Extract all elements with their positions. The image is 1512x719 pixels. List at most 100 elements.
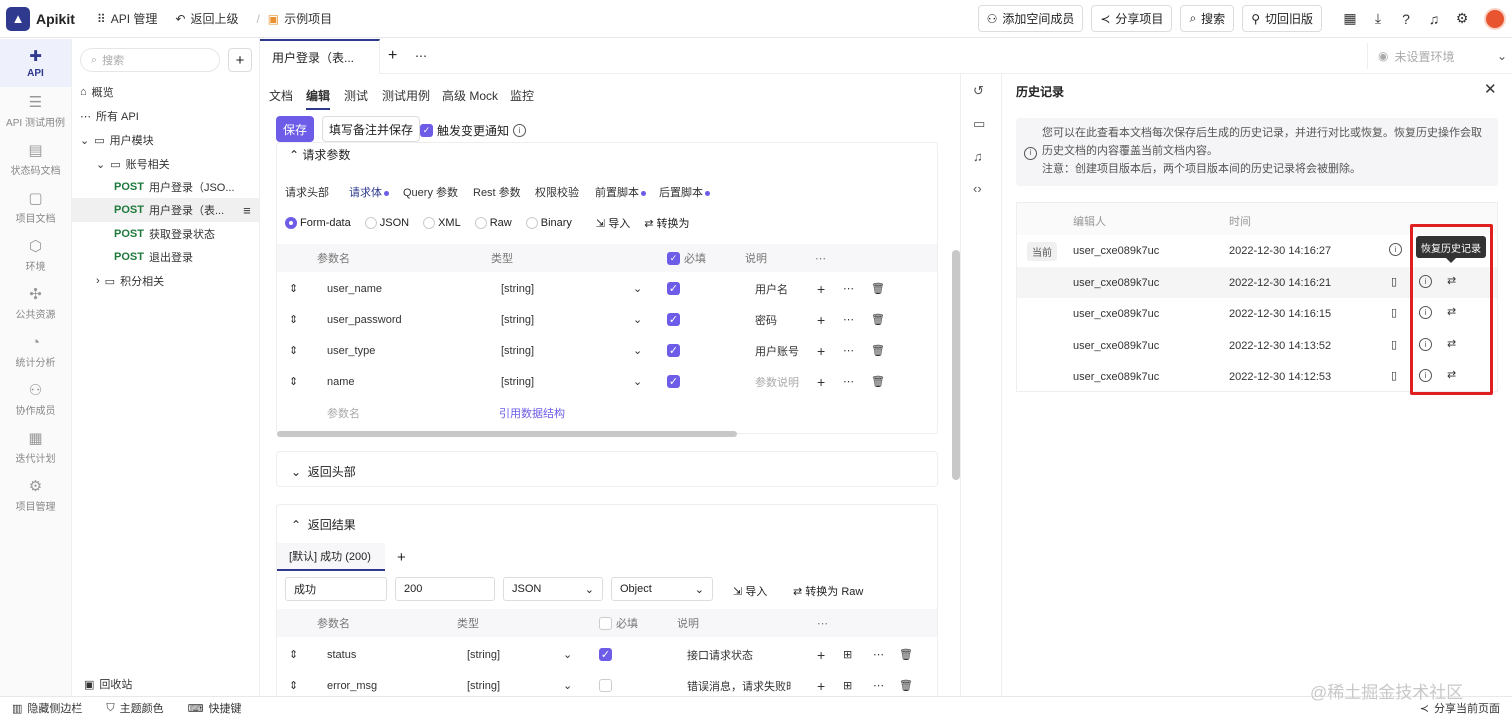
add-icon[interactable]: + [817,281,825,297]
param-type[interactable]: [string] [467,680,500,692]
response-header-title[interactable]: ⌄ 返回头部 [291,463,356,480]
required-checkbox[interactable]: ✓ [667,344,680,357]
chevron-down-icon[interactable]: ⌄ [633,282,642,295]
radio-binary[interactable]: Binary [525,217,572,230]
param-desc[interactable]: 错误消息，请求失败时 [687,678,791,694]
tree-item-all-api[interactable]: ⋯ 所有 API [80,105,139,127]
radio-form-data[interactable]: Form-data [285,217,351,230]
tree-item-account[interactable]: ⌄ ▭ 账号相关 [96,153,170,175]
check-icon[interactable]: ✓ [667,251,680,265]
subtab-doc[interactable]: 文档 [269,87,293,104]
rail-item-stats[interactable]: ◔ 统计分析 [0,327,71,375]
more-icon[interactable]: ⋯ [843,375,854,388]
chevron-down-icon[interactable]: ⌄ [633,344,642,357]
rail-item-iteration[interactable]: ▦ 迭代计划 [0,423,71,471]
param-desc[interactable]: 密码 [755,312,777,328]
chevron-down-icon[interactable]: ⌄ [633,313,642,326]
compare-icon[interactable]: ▯ [1391,369,1397,382]
more-icon[interactable]: ⋯ [815,252,826,265]
drag-handle-icon[interactable]: ⇕ [289,282,298,295]
compare-icon[interactable]: ▯ [1391,338,1397,351]
avatar[interactable] [1484,7,1506,30]
notify-checkbox[interactable]: ✓ 触发变更通知 i [420,122,527,139]
trash-icon[interactable]: 🗑 [871,344,885,357]
param-desc[interactable]: 用户名 [755,281,788,297]
response-root-type-select[interactable]: Object ⌄ [611,577,713,601]
tab-request-body[interactable]: 请求体 [349,184,389,200]
compare-icon[interactable]: ▯ [1391,306,1397,319]
radio-xml[interactable]: XML [423,217,461,230]
rail-item-test-case[interactable]: ☰ API 测试用例 [0,87,71,135]
tree-item-user-module[interactable]: ⌄ ▭ 用户模块 [80,129,154,151]
param-type[interactable]: [string] [501,345,534,357]
tree-item-api[interactable]: POST 用户登录（JSO... [114,176,235,198]
vertical-scrollbar[interactable] [952,250,960,480]
compare-icon[interactable]: ▯ [1391,275,1397,288]
response-name-input[interactable]: 成功 [285,577,387,601]
hide-sidebar-button[interactable]: ▥ 隐藏侧边栏 [12,700,82,716]
tab-user-login[interactable]: 用户登录（表... [260,39,380,74]
drag-handle-icon[interactable]: ⇕ [289,313,298,326]
tree-item-api[interactable]: POST 获取登录状态 [114,223,215,245]
shortcuts-button[interactable]: ⌨ 快捷键 [188,700,242,716]
add-icon[interactable]: + [817,312,825,328]
required-checkbox[interactable]: ✓ [667,282,680,295]
tab-rest-params[interactable]: Rest 参数 [473,184,521,200]
required-checkbox[interactable]: ✓ [599,648,612,661]
param-type[interactable]: [string] [467,649,500,661]
add-icon[interactable]: + [817,678,825,694]
tab-auth[interactable]: 权限校验 [535,184,579,200]
response-convert-button[interactable]: ⇄ 转换为 Raw [793,583,863,599]
download-icon[interactable]: ⤓ [1364,5,1392,33]
save-button[interactable]: 保存 [276,116,314,142]
rail-item-resources[interactable]: ✣ 公共资源 [0,279,71,327]
tree-item-api-selected[interactable]: POST 用户登录（表... ≡ [114,199,251,221]
tree-item-api[interactable]: POST 退出登录 [114,246,193,268]
radio-raw[interactable]: Raw [474,217,512,230]
menu-icon[interactable]: ≡ [243,203,251,218]
share-project-button[interactable]: ≺ 分享项目 [1091,5,1173,32]
code-icon[interactable]: ‹› [973,181,982,196]
checkbox-icon[interactable] [599,616,612,630]
add-child-icon[interactable]: ⊞ [843,679,852,692]
project-breadcrumb[interactable]: ▣ 示例项目 [268,10,332,27]
param-type[interactable]: [string] [501,376,534,388]
api-manage-menu[interactable]: ⠿ API 管理 [97,10,157,27]
response-section-title[interactable]: ⌃ 返回结果 [291,516,356,533]
comment-icon[interactable]: ▭ [973,116,985,132]
save-with-note-button[interactable]: 填写备注并保存 [322,116,421,142]
subtab-test-cases[interactable]: 测试用例 [382,87,430,104]
more-icon[interactable]: ⋯ [873,679,884,692]
recycle-bin[interactable]: ▣ 回收站 [84,676,132,692]
trash-icon[interactable]: 🗑 [871,282,885,295]
rail-item-project-manage[interactable]: ⚙ 项目管理 [0,471,71,519]
close-icon[interactable]: ✕ [1484,80,1497,98]
trash-icon[interactable]: 🗑 [871,313,885,326]
param-name[interactable]: user_type [327,345,375,357]
ref-struct-link[interactable]: 引用数据结构 [499,405,565,421]
more-icon[interactable]: ⋯ [843,313,854,326]
param-name[interactable]: error_msg [327,680,377,692]
add-icon[interactable]: + [817,374,825,390]
param-name[interactable]: name [327,376,355,388]
add-api-button[interactable]: + [228,48,252,72]
tab-response-default[interactable]: [默认] 成功 (200) [277,543,385,571]
theme-button[interactable]: ⛉ 主题颜色 [106,700,163,716]
subtab-mock[interactable]: 高级 Mock [442,87,498,104]
add-icon[interactable]: + [817,647,825,663]
drag-handle-icon[interactable]: ⇕ [289,375,298,388]
subtab-edit[interactable]: 编辑 [306,87,331,110]
tab-post-script[interactable]: 后置脚本 [659,184,710,200]
required-checkbox[interactable]: ✓ [667,313,680,326]
more-icon[interactable]: ⋯ [415,49,427,63]
drag-handle-icon[interactable]: ⇕ [289,648,298,661]
chevron-down-icon[interactable]: ⌄ [633,375,642,388]
import-button[interactable]: ⇲ 导入 [596,215,630,231]
info-icon[interactable]: i [1389,243,1402,256]
more-icon[interactable]: ⋯ [843,344,854,357]
response-format-select[interactable]: JSON ⌄ [503,577,603,601]
rail-item-members[interactable]: ⚇ 协作成员 [0,375,71,423]
rail-item-status-code[interactable]: ▤ 状态码文档 [0,135,71,183]
rail-item-env[interactable]: ⬡ 环境 [0,231,71,279]
more-icon[interactable]: ⋯ [873,648,884,661]
